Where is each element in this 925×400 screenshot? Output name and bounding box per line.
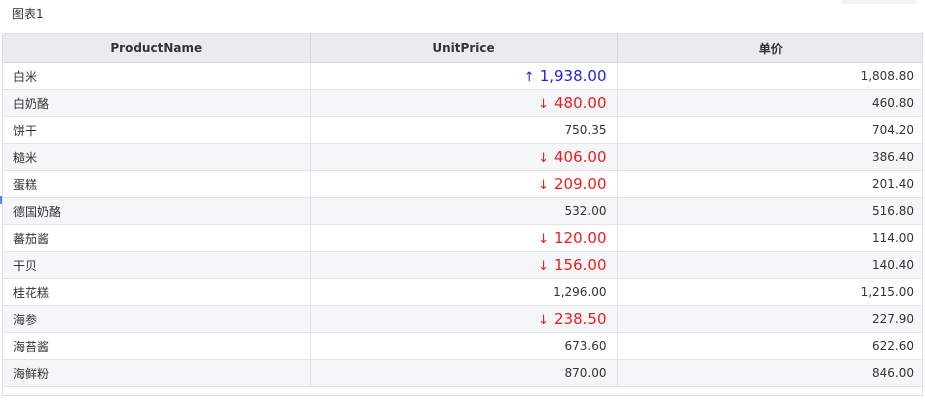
unit-price-flag: ↓ 120.00 [538,229,606,247]
cell-product-name[interactable]: 海鲜粉 [3,359,311,387]
cell-unit-price[interactable]: ↓ 406.00 [310,143,618,171]
table-row[interactable]: 饼干 750.35 704.20 [3,116,922,144]
cell-product-name[interactable]: 蕃茄酱 [3,224,311,252]
cell-price-cn[interactable]: 846.00 [617,359,922,387]
cell-price-cn[interactable]: 201.40 [617,170,922,198]
unit-price-flag: ↓ 238.50 [538,310,606,328]
cell-unit-price[interactable]: 532.00 [310,197,618,225]
cell-price-cn[interactable]: 140.40 [617,251,922,279]
unit-price-value: 673.60 [564,339,607,353]
cell-unit-price[interactable]: ↓ 480.00 [310,89,618,117]
cell-unit-price[interactable]: ↓ 238.50 [310,305,618,333]
table-body: 白米 ↑ 1,938.00 1,808.80 白奶酪 ↓ 480.00 460.80 饼干 750… [3,62,922,387]
cell-product-name[interactable]: 海苔酱 [3,332,311,360]
cell-unit-price[interactable]: ↓ 156.00 [310,251,618,279]
arrow-down-icon: ↓ [538,259,549,274]
unit-price-value: 1,938.00 [539,67,607,85]
cell-product-name[interactable]: 蛋糕 [3,170,311,198]
cell-price-cn[interactable]: 114.00 [617,224,922,252]
chart-title: 图表1 [12,7,44,21]
unit-price-value: 238.50 [554,310,607,328]
unit-price-value: 406.00 [554,148,607,166]
cell-product-name[interactable]: 饼干 [3,116,311,144]
arrow-down-icon: ↓ [538,313,549,328]
column-header-price-cn[interactable]: 单价 [617,34,922,63]
cell-price-cn[interactable]: 704.20 [617,116,922,144]
data-table: ProductName UnitPrice 单价 白米 ↑ 1,938.00 1,80… [3,34,922,387]
unit-price-flag: ↑ 1,938.00 [524,67,607,85]
table-row[interactable]: 蛋糕 ↓ 209.00 201.40 [3,170,922,198]
cell-unit-price[interactable]: ↓ 120.00 [310,224,618,252]
arrow-down-icon: ↓ [538,178,549,193]
header-row: ProductName UnitPrice 单价 [3,34,922,63]
data-grid[interactable]: ProductName UnitPrice 单价 白米 ↑ 1,938.00 1,80… [2,33,923,395]
cell-price-cn[interactable]: 516.80 [617,197,922,225]
cell-unit-price[interactable]: ↑ 1,938.00 [310,62,618,90]
unit-price-value: 120.00 [554,229,607,247]
cell-price-cn[interactable]: 460.80 [617,89,922,117]
cell-price-cn[interactable]: 1,808.80 [617,62,922,90]
cell-product-name[interactable]: 干贝 [3,251,311,279]
toolbar-placeholder [841,0,917,4]
cell-unit-price[interactable]: 870.00 [310,359,618,387]
cell-product-name[interactable]: 桂花糕 [3,278,311,306]
cell-product-name[interactable]: 糙米 [3,143,311,171]
unit-price-flag: ↓ 480.00 [538,94,606,112]
cell-unit-price[interactable]: 673.60 [310,332,618,360]
arrow-up-icon: ↑ [523,70,535,85]
cell-price-cn[interactable]: 622.60 [617,332,922,360]
table-row[interactable]: 桂花糕 1,296.00 1,215.00 [3,278,922,306]
cell-price-cn[interactable]: 227.90 [617,305,922,333]
cell-product-name[interactable]: 白米 [3,62,311,90]
cell-price-cn[interactable]: 386.40 [617,143,922,171]
unit-price-flag: ↓ 406.00 [538,148,606,166]
unit-price-value: 870.00 [564,366,607,380]
unit-price-flag: ↓ 209.00 [538,175,606,193]
column-header-productname[interactable]: ProductName [3,34,311,63]
unit-price-value: 480.00 [554,94,607,112]
table-row[interactable]: 白奶酪 ↓ 480.00 460.80 [3,89,922,117]
table-row[interactable]: 干贝 ↓ 156.00 140.40 [3,251,922,279]
unit-price-flag: ↓ 156.00 [538,256,606,274]
unit-price-value: 750.35 [564,123,607,137]
cell-product-name[interactable]: 白奶酪 [3,89,311,117]
cell-price-cn[interactable]: 1,215.00 [617,278,922,306]
unit-price-value: 209.00 [554,175,607,193]
cell-unit-price[interactable]: 1,296.00 [310,278,618,306]
table-row[interactable]: 海苔酱 673.60 622.60 [3,332,922,360]
column-header-unitprice[interactable]: UnitPrice [310,34,618,63]
table-row[interactable]: 海鲜粉 870.00 846.00 [3,359,922,387]
grid-bottom-border [2,395,923,396]
table-row[interactable]: 海参 ↓ 238.50 227.90 [3,305,922,333]
arrow-down-icon: ↓ [538,232,549,247]
unit-price-value: 532.00 [564,204,607,218]
cell-product-name[interactable]: 海参 [3,305,311,333]
cell-unit-price[interactable]: 750.35 [310,116,618,144]
arrow-down-icon: ↓ [538,151,549,166]
table-row[interactable]: 糙米 ↓ 406.00 386.40 [3,143,922,171]
table-row[interactable]: 德国奶酪 532.00 516.80 [3,197,922,225]
unit-price-value: 156.00 [554,256,607,274]
arrow-down-icon: ↓ [538,97,549,112]
table-row[interactable]: 蕃茄酱 ↓ 120.00 114.00 [3,224,922,252]
cell-unit-price[interactable]: ↓ 209.00 [310,170,618,198]
cell-product-name[interactable]: 德国奶酪 [3,197,311,225]
table-row[interactable]: 白米 ↑ 1,938.00 1,808.80 [3,62,922,90]
unit-price-value: 1,296.00 [553,285,607,299]
